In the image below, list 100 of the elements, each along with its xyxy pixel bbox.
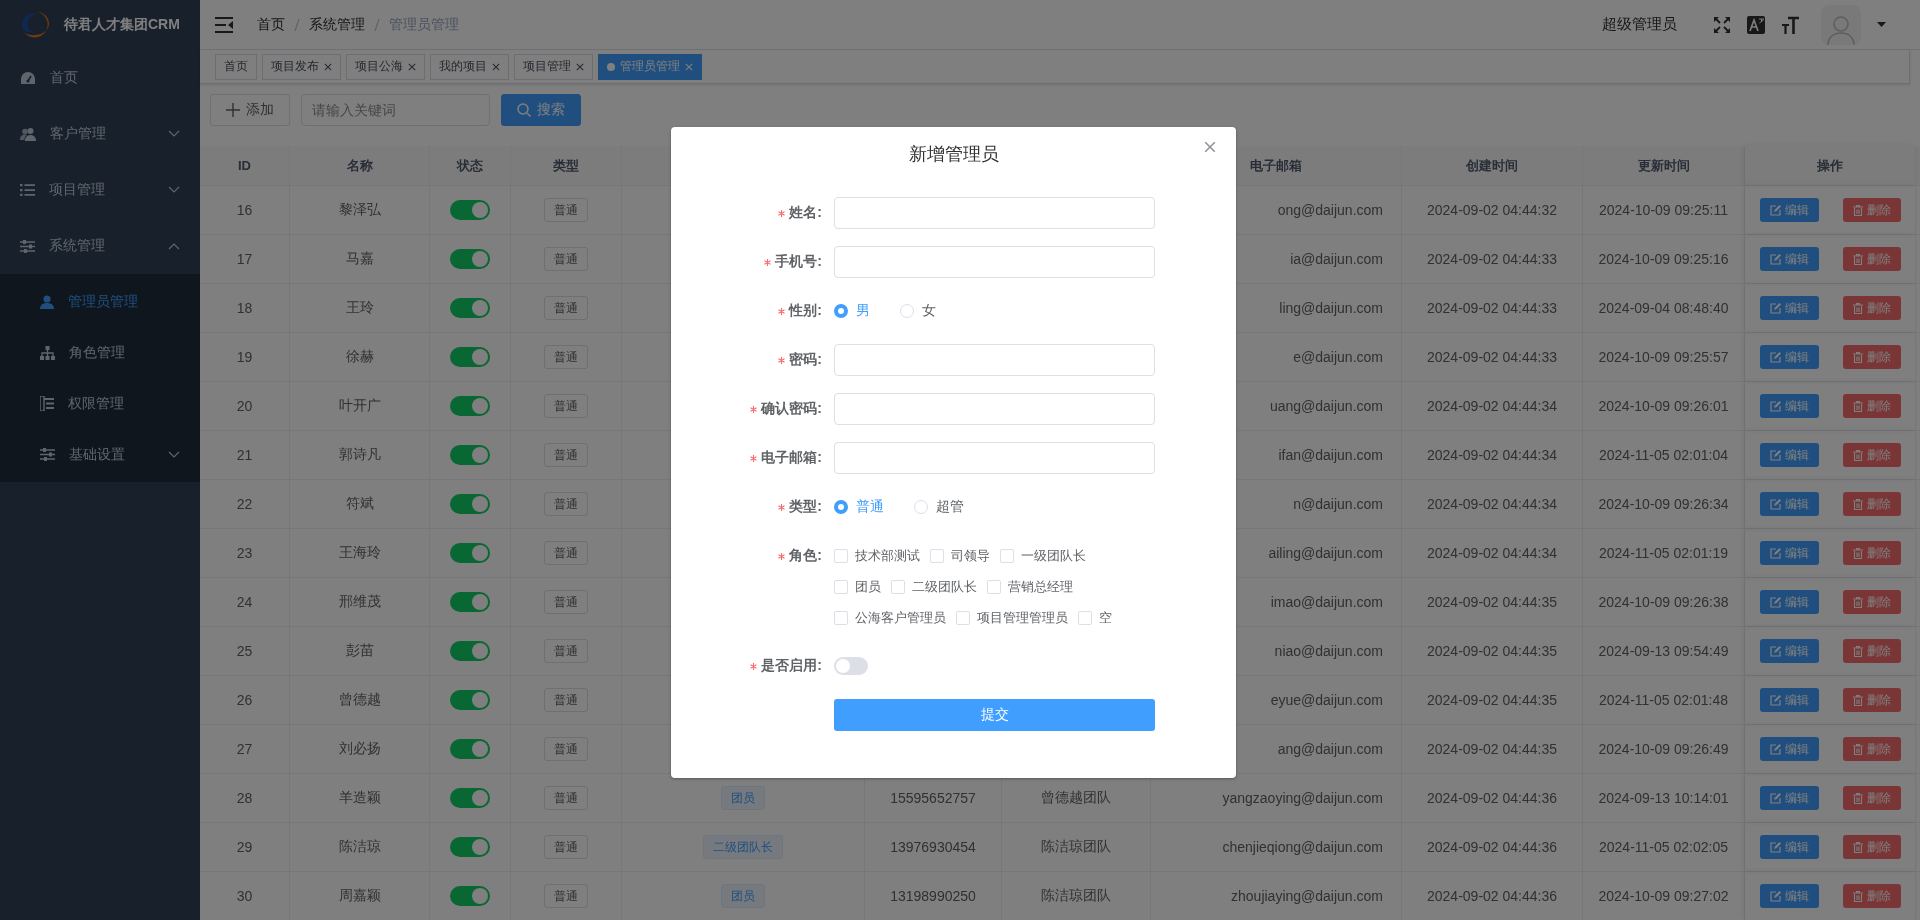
delete-button[interactable]: 删除 [1842, 884, 1901, 908]
delete-button[interactable]: 删除 [1842, 688, 1901, 712]
menu-item[interactable]: 项目管理 [0, 162, 200, 218]
menu-item[interactable]: 权限管理 [0, 378, 200, 429]
delete-button[interactable]: 删除 [1842, 492, 1901, 516]
delete-button[interactable]: 删除 [1842, 296, 1901, 320]
status-switch[interactable] [450, 298, 490, 318]
breadcrumb-item[interactable]: 首页 [257, 15, 285, 34]
status-switch[interactable] [450, 396, 490, 416]
text-field[interactable] [834, 393, 1155, 425]
status-switch[interactable] [450, 788, 490, 808]
font-size-icon[interactable] [1781, 15, 1799, 34]
checkbox-option[interactable]: 公海客户管理员 [834, 602, 946, 633]
table-cell: 2024-10-09 09:25:16 [1598, 251, 1729, 267]
caret-icon[interactable] [1877, 22, 1886, 27]
menu-item[interactable]: 客户管理 [0, 106, 200, 162]
delete-button[interactable]: 删除 [1842, 247, 1901, 271]
breadcrumb-item[interactable]: 系统管理 [309, 15, 365, 34]
status-switch[interactable] [450, 739, 490, 759]
fullscreen-icon[interactable] [1713, 15, 1731, 34]
menu-item[interactable]: 首页 [0, 50, 200, 106]
edit-button[interactable]: 编辑 [1759, 688, 1819, 712]
checkbox-option[interactable]: 技术部测试 [834, 540, 920, 571]
text-field[interactable] [834, 246, 1155, 278]
status-switch[interactable] [450, 200, 490, 220]
edit-button[interactable]: 编辑 [1759, 541, 1819, 565]
text-field[interactable] [834, 344, 1155, 376]
add-button[interactable]: 添加 [210, 94, 290, 126]
status-switch[interactable] [450, 886, 490, 906]
search-field[interactable]: 请输入关键词 [301, 94, 490, 126]
edit-button[interactable]: 编辑 [1759, 198, 1819, 222]
text-field[interactable] [834, 442, 1155, 474]
delete-button[interactable]: 删除 [1842, 835, 1901, 859]
radio-option[interactable]: 男 [834, 302, 870, 320]
toggle-switch[interactable] [834, 657, 868, 675]
edit-button[interactable]: 编辑 [1759, 884, 1819, 908]
menu-fold-icon[interactable] [215, 16, 233, 33]
delete-button[interactable]: 删除 [1842, 443, 1901, 467]
submit-button[interactable]: 提交 [834, 699, 1155, 731]
field-label: 密码: [789, 351, 822, 369]
delete-button[interactable]: 删除 [1842, 198, 1901, 222]
edit-button[interactable]: 编辑 [1759, 247, 1819, 271]
edit-icon [1769, 253, 1781, 265]
edit-button[interactable]: 编辑 [1759, 835, 1819, 859]
delete-button[interactable]: 删除 [1842, 541, 1901, 565]
menu-item[interactable]: 管理员管理 [0, 276, 200, 327]
table-cell: 27 [236, 741, 253, 757]
checkbox-option[interactable]: 项目管理管理员 [956, 602, 1068, 633]
checkbox-option[interactable]: 司领导 [930, 540, 990, 571]
tab[interactable]: 项目发布 [262, 53, 341, 80]
tab[interactable]: 管理员管理 [598, 53, 702, 80]
close-button[interactable] [1204, 141, 1216, 153]
status-switch[interactable] [450, 543, 490, 563]
tab[interactable]: 项目管理 [514, 53, 593, 80]
edit-button[interactable]: 编辑 [1759, 786, 1819, 810]
edit-button[interactable]: 编辑 [1759, 443, 1819, 467]
status-switch[interactable] [450, 592, 490, 612]
delete-button[interactable]: 删除 [1842, 394, 1901, 418]
delete-button[interactable]: 删除 [1842, 345, 1901, 369]
status-switch[interactable] [450, 445, 490, 465]
trash-icon [1852, 645, 1863, 657]
close-icon [685, 62, 693, 71]
search-button[interactable]: 搜索 [501, 94, 581, 126]
menu-item[interactable]: 基础设置 [0, 429, 200, 480]
status-switch[interactable] [450, 494, 490, 514]
radio-option[interactable]: 普通 [834, 498, 884, 516]
edit-button[interactable]: 编辑 [1759, 590, 1819, 614]
trash-icon [1852, 596, 1863, 608]
menu-item[interactable]: 系统管理 [0, 218, 200, 274]
status-switch[interactable] [450, 837, 490, 857]
edit-button[interactable]: 编辑 [1759, 296, 1819, 320]
delete-button[interactable]: 删除 [1842, 590, 1901, 614]
table-cell: 22 [236, 496, 253, 512]
radio-option[interactable]: 女 [900, 302, 936, 320]
checkbox-option[interactable]: 二级团队长 [891, 571, 977, 602]
text-field[interactable] [834, 197, 1155, 229]
delete-button[interactable]: 删除 [1842, 639, 1901, 663]
delete-button[interactable]: 删除 [1842, 786, 1901, 810]
tab[interactable]: 项目公海 [346, 53, 425, 80]
checkbox-option[interactable]: 团员 [834, 571, 881, 602]
status-switch[interactable] [450, 641, 490, 661]
menu-item[interactable]: 角色管理 [0, 327, 200, 378]
edit-button[interactable]: 编辑 [1759, 394, 1819, 418]
tab[interactable]: 首页 [215, 53, 257, 80]
edit-button[interactable]: 编辑 [1759, 639, 1819, 663]
status-switch[interactable] [450, 249, 490, 269]
tab[interactable]: 我的项目 [430, 53, 509, 80]
checkbox-option[interactable]: 空 [1078, 602, 1112, 633]
delete-button[interactable]: 删除 [1842, 737, 1901, 761]
status-switch[interactable] [450, 347, 490, 367]
edit-button[interactable]: 编辑 [1759, 737, 1819, 761]
edit-button[interactable]: 编辑 [1759, 492, 1819, 516]
checkbox-option[interactable]: 一级团队长 [1000, 540, 1086, 571]
status-switch[interactable] [450, 690, 490, 710]
radio-option[interactable]: 超管 [914, 498, 964, 516]
edit-button[interactable]: 编辑 [1759, 345, 1819, 369]
avatar[interactable] [1821, 4, 1861, 45]
table-cell: 18 [236, 300, 253, 316]
translate-icon[interactable] [1747, 15, 1765, 34]
checkbox-option[interactable]: 营销总经理 [987, 571, 1073, 602]
